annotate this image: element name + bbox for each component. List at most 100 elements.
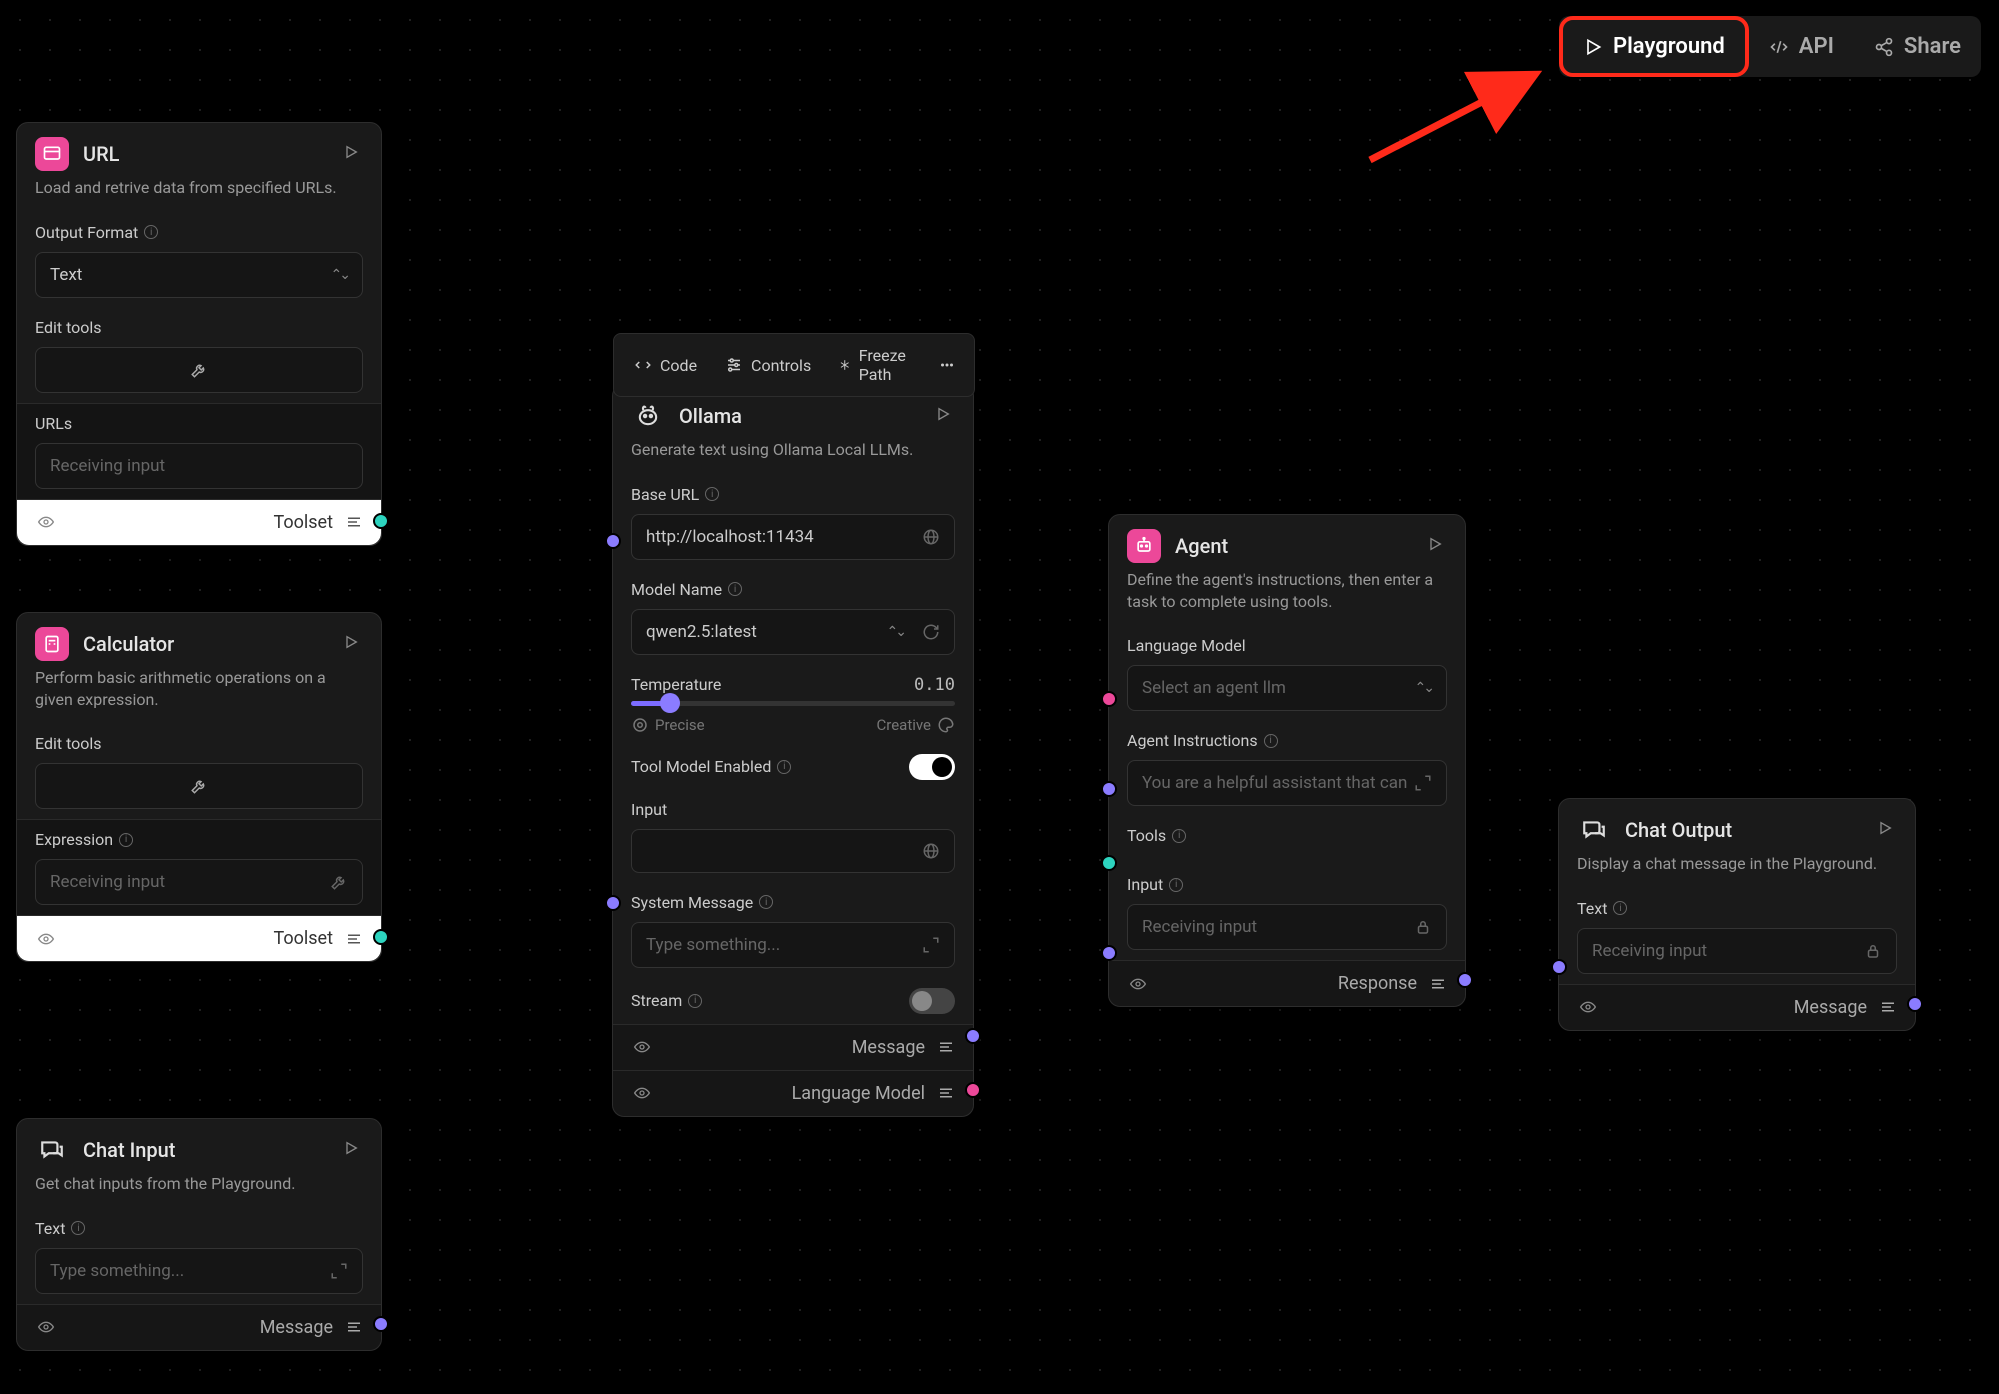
node-title: Agent bbox=[1175, 534, 1409, 558]
run-button[interactable] bbox=[339, 1136, 363, 1164]
run-button[interactable] bbox=[339, 140, 363, 168]
base-url-input[interactable]: http://localhost:11434 bbox=[631, 514, 955, 560]
wrench-icon bbox=[190, 777, 208, 795]
refresh-icon[interactable] bbox=[922, 623, 940, 641]
input-port-tools[interactable] bbox=[1101, 855, 1117, 871]
language-model-label: Language Model bbox=[1127, 636, 1447, 655]
output-format-select[interactable]: Text ⌃⌄ bbox=[35, 252, 363, 298]
text-label: Text i bbox=[1577, 899, 1897, 918]
lock-icon bbox=[1414, 918, 1432, 936]
text-input[interactable]: Receiving input bbox=[1577, 928, 1897, 974]
more-button[interactable] bbox=[930, 350, 964, 380]
share-icon bbox=[1874, 37, 1894, 57]
eye-icon[interactable] bbox=[1127, 976, 1149, 992]
controls-button[interactable]: Controls bbox=[715, 350, 821, 381]
edit-tools-button[interactable] bbox=[35, 347, 363, 393]
system-message-input[interactable]: Type something... bbox=[631, 922, 955, 968]
input-port-input[interactable] bbox=[605, 895, 621, 911]
node-calculator[interactable]: Calculator Perform basic arithmetic oper… bbox=[16, 612, 382, 962]
input-input[interactable] bbox=[631, 829, 955, 873]
info-icon: i bbox=[688, 994, 702, 1008]
node-chat-output[interactable]: Chat Output Display a chat message in th… bbox=[1558, 798, 1916, 1031]
output-port[interactable] bbox=[373, 1316, 389, 1332]
target-icon bbox=[631, 716, 649, 734]
node-title: Calculator bbox=[83, 632, 325, 656]
footer-label: Message bbox=[260, 1317, 333, 1338]
code-icon bbox=[1769, 37, 1789, 57]
chevron-updown-icon: ⌃⌄ bbox=[1415, 680, 1432, 696]
text-input[interactable]: Type something... bbox=[35, 1248, 363, 1294]
node-desc: Perform basic arithmetic operations on a… bbox=[17, 667, 381, 724]
expand-icon bbox=[1414, 774, 1432, 792]
node-agent[interactable]: Agent Define the agent's instructions, t… bbox=[1108, 514, 1466, 1007]
ellipsis-icon bbox=[938, 356, 956, 374]
node-ollama[interactable]: Code Controls Freeze Path Ollama Generat… bbox=[612, 384, 974, 1117]
footer-label: Toolset bbox=[273, 512, 333, 533]
eye-icon[interactable] bbox=[35, 1319, 57, 1335]
tool-model-toggle[interactable] bbox=[909, 754, 955, 780]
agent-icon bbox=[1127, 529, 1161, 563]
eye-icon[interactable] bbox=[631, 1039, 653, 1055]
node-title: URL bbox=[83, 142, 325, 166]
input-port-input[interactable] bbox=[1101, 945, 1117, 961]
info-icon: i bbox=[1172, 829, 1186, 843]
play-icon bbox=[1877, 820, 1893, 836]
input-input[interactable]: Receiving input bbox=[1127, 904, 1447, 950]
code-button[interactable]: Code bbox=[624, 350, 707, 381]
url-icon bbox=[35, 137, 69, 171]
info-icon: i bbox=[705, 487, 719, 501]
input-port-lang[interactable] bbox=[1101, 691, 1117, 707]
language-model-select[interactable]: Select an agent llm ⌃⌄ bbox=[1127, 665, 1447, 711]
info-icon: i bbox=[71, 1221, 85, 1235]
info-icon: i bbox=[144, 225, 158, 239]
api-button[interactable]: API bbox=[1749, 20, 1854, 73]
play-icon bbox=[935, 406, 951, 422]
node-desc: Display a chat message in the Playground… bbox=[1559, 853, 1915, 889]
run-button[interactable] bbox=[1423, 532, 1447, 560]
input-port-instructions[interactable] bbox=[1101, 781, 1117, 797]
list-icon bbox=[345, 930, 363, 948]
run-button[interactable] bbox=[931, 402, 955, 430]
footer-label: Response bbox=[1338, 973, 1417, 994]
temperature-slider[interactable] bbox=[631, 701, 955, 706]
share-button[interactable]: Share bbox=[1854, 20, 1981, 73]
info-icon: i bbox=[119, 833, 133, 847]
output-port-lang[interactable] bbox=[965, 1082, 981, 1098]
chevron-updown-icon: ⌃⌄ bbox=[331, 267, 348, 283]
code-icon bbox=[634, 356, 652, 374]
eye-icon[interactable] bbox=[35, 931, 57, 947]
urls-input[interactable]: Receiving input bbox=[35, 443, 363, 489]
temperature-label: Temperature bbox=[631, 675, 721, 694]
run-button[interactable] bbox=[1873, 816, 1897, 844]
freeze-path-button[interactable]: Freeze Path bbox=[829, 340, 922, 390]
api-label: API bbox=[1799, 34, 1834, 59]
info-icon: i bbox=[728, 582, 742, 596]
eye-icon[interactable] bbox=[35, 514, 57, 530]
node-footer: Toolset bbox=[17, 916, 381, 961]
ollama-icon bbox=[631, 399, 665, 433]
eye-icon[interactable] bbox=[1577, 999, 1599, 1015]
snowflake-icon bbox=[839, 356, 851, 374]
expression-input[interactable]: Receiving input bbox=[35, 859, 363, 905]
list-icon bbox=[1429, 975, 1447, 993]
footer-label: Toolset bbox=[273, 928, 333, 949]
node-url[interactable]: URL Load and retrive data from specified… bbox=[16, 122, 382, 546]
agent-instructions-input[interactable]: You are a helpful assistant that can bbox=[1127, 760, 1447, 806]
node-footer: Toolset bbox=[17, 500, 381, 545]
input-port-baseurl[interactable] bbox=[605, 533, 621, 549]
eye-icon[interactable] bbox=[631, 1085, 653, 1101]
slider-thumb[interactable] bbox=[660, 693, 680, 713]
output-port-message[interactable] bbox=[965, 1028, 981, 1044]
output-port[interactable] bbox=[1907, 996, 1923, 1012]
input-port[interactable] bbox=[1551, 959, 1567, 975]
model-select[interactable]: qwen2.5:latest ⌃⌄ bbox=[631, 609, 955, 655]
top-toolbar: Playground API Share bbox=[1559, 16, 1981, 77]
run-button[interactable] bbox=[339, 630, 363, 658]
playground-button[interactable]: Playground bbox=[1559, 16, 1749, 77]
info-icon: i bbox=[1169, 878, 1183, 892]
expand-icon bbox=[922, 936, 940, 954]
stream-toggle[interactable] bbox=[909, 988, 955, 1014]
output-port[interactable] bbox=[373, 513, 389, 529]
edit-tools-button[interactable] bbox=[35, 763, 363, 809]
node-chat-input[interactable]: Chat Input Get chat inputs from the Play… bbox=[16, 1118, 382, 1351]
